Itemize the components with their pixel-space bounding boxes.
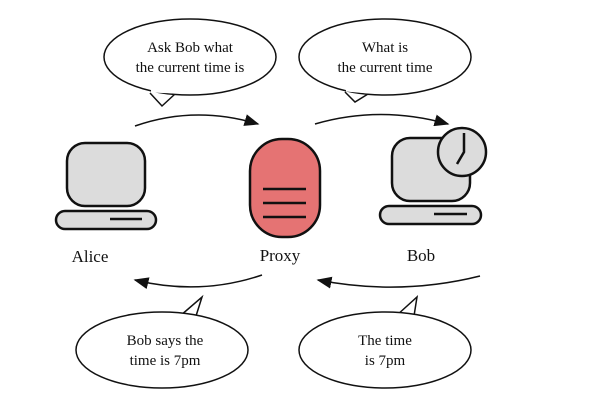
bubble-text: Ask Bob what: [147, 40, 234, 56]
node-label-proxy: Proxy: [260, 246, 301, 265]
computer-icon: [54, 141, 158, 231]
bubble-text: the current time is: [136, 60, 245, 76]
arrow-proxy-to-bob: [314, 113, 450, 127]
arrow-bob-to-proxy: [316, 275, 481, 289]
clock-icon: [436, 126, 488, 178]
speech-bubble-bottom-left: Bob says the time is 7pm: [75, 294, 249, 389]
bubble-text: is 7pm: [365, 353, 406, 369]
speech-bubble-top-left: Ask Bob what the current time is: [103, 18, 277, 108]
bubble-text: The time: [358, 333, 412, 349]
speech-bubble-bottom-right: The time is 7pm: [298, 295, 472, 389]
bubble-text: time is 7pm: [130, 353, 201, 369]
node-label-bob: Bob: [407, 246, 435, 265]
bubble-text: Bob says the: [127, 333, 204, 349]
bubble-text: What is: [362, 40, 408, 56]
node-label-alice: Alice: [72, 247, 109, 266]
computer-with-clock-icon: [378, 126, 488, 226]
bubble-text: the current time: [338, 60, 433, 76]
proxy-diagram: Ask Bob what the current time is What is…: [54, 18, 488, 389]
server-icon: [248, 137, 322, 239]
speech-bubble-top-right: What is the current time: [298, 18, 472, 103]
arrow-proxy-to-alice: [133, 274, 263, 290]
arrow-alice-to-proxy: [134, 114, 260, 127]
